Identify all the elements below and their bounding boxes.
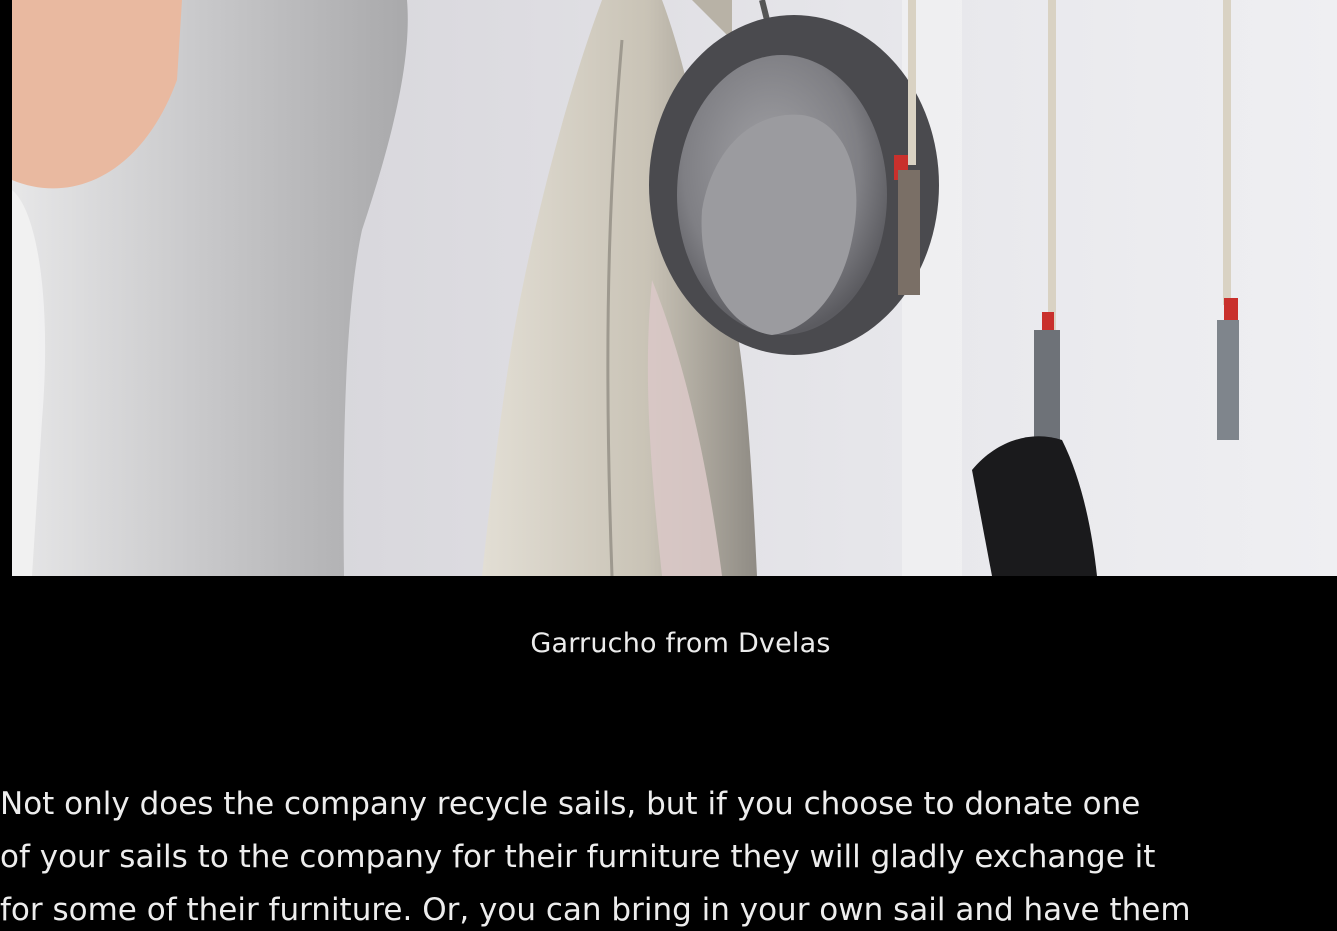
article-body: Not only does the company recycle sails,… (0, 778, 1337, 931)
article-line: Not only does the company recycle sails,… (0, 786, 1141, 822)
photo-caption: Garrucho from Dvelas (530, 628, 831, 659)
article-line: for some of their furniture. Or, you can… (0, 892, 1191, 928)
article-photo (12, 0, 1337, 576)
article-line: of your sails to the company for their f… (0, 839, 1156, 875)
